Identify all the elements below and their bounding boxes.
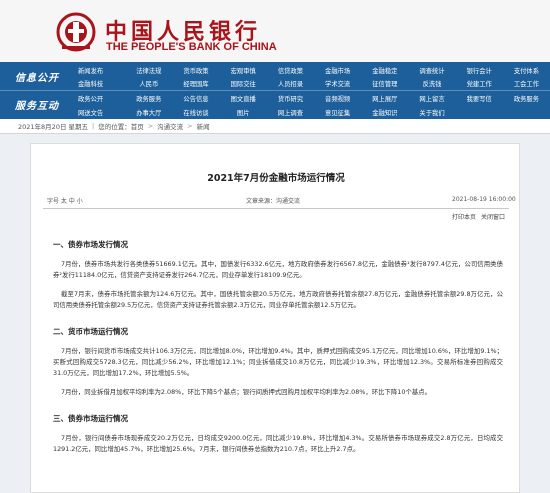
nav-item-macroprudential[interactable]: 宏观审慎 [220,63,267,77]
nav-section-service-interaction: 服务互动 [15,100,59,112]
nav-item-research[interactable]: 货币研究 [267,91,314,105]
nav-item-gov-affairs[interactable]: 政务公开 [78,91,125,105]
breadcrumb-separator: | [92,122,95,130]
section-heading-money-market: 二、货币市场运行情况 [53,327,128,336]
current-date: 2021年8月20日 星期五 [18,123,89,131]
nav-item-aml[interactable]: 反洗钱 [408,76,455,90]
section-heading-bond-issuance: 一、债券市场发行情况 [53,240,128,249]
nav-item-news[interactable]: 新闻发布 [78,63,125,77]
breadcrumb: 2021年8月20日 星期五 | 您的位置： 首页 > 沟通交流 > 新闻 [0,119,550,134]
print-button[interactable]: 打印本页 [452,212,476,221]
nav-item-recruitment[interactable]: 人员招录 [267,76,314,90]
nav-item-exhibition[interactable]: 网上展厅 [361,91,408,105]
nav-item-union[interactable]: 工会工作 [503,76,550,90]
nav-item-international[interactable]: 国际交往 [220,76,267,90]
nav-item-treasury[interactable]: 经理国库 [172,76,219,90]
nav-item-financial-market[interactable]: 金融市场 [314,63,361,77]
nav-item-statistics[interactable]: 调查统计 [408,63,455,77]
section-heading-bond-market: 三、债券市场运行情况 [53,414,128,423]
nav-item-financial-stability[interactable]: 金融稳定 [361,63,408,77]
nav-item-academic[interactable]: 学术交流 [314,76,361,90]
article-source: 文章来源：沟通交流 [246,198,301,205]
breadcrumb-page[interactable]: 新闻 [197,121,210,131]
article-paragraph: 7月份，银行间货币市场成交共计106.3万亿元，同比增加8.0%，环比增加9.4… [53,347,503,377]
nav-item-live[interactable]: 图文直播 [220,91,267,105]
nav-item-payment[interactable]: 支付体系 [503,63,550,77]
article-paragraph: 7月份，债券市场共发行各类债券51669.1亿元。其中，国债发行6332.6亿元… [53,260,503,279]
breadcrumb-separator: > [187,122,193,130]
article-meta: 字号 太 中 小 文章来源：沟通交流 2021-08-19 16:00:00 [31,196,519,208]
article-date: 2021-08-19 16:00:00 [452,196,516,203]
site-title-en[interactable]: THE PEOPLE'S BANK OF CHINA [106,41,277,53]
site-header: 中国人民银行 THE PEOPLE'S BANK OF CHINA [0,0,550,62]
nav-item-opinion[interactable]: 意见征集 [314,105,361,119]
nav-item-rmb[interactable]: 人民币 [125,76,172,90]
pboc-emblem-icon[interactable] [56,12,96,52]
nav-item-laws[interactable]: 法律法规 [125,63,172,77]
article-paragraph: 7月份，银行间债券市场现券成交20.2万亿元，日均成交9200.0亿元，同比减少… [53,434,503,453]
nav-item-write-letter[interactable]: 我要写信 [456,91,503,105]
nav-row-4: 网送文告 办事大厅 在线访谈 图片 网上调查 意见征集 金融知识 关于我们 [78,105,550,119]
nav-item-about[interactable]: 关于我们 [408,105,455,119]
nav-item-gov-service-2[interactable]: 政务服务 [503,91,550,105]
nav-item-announcements[interactable]: 公告信息 [172,91,219,105]
article-paragraph: 截至7月末，债券市场托管余额为124.6万亿元。其中，国债托管余额20.5万亿元… [53,290,503,309]
breadcrumb-section[interactable]: 沟通交流 [157,121,183,131]
font-size-control[interactable]: 字号 太 中 小 [47,196,83,205]
article-paragraph: 7月份，同业拆借月加权平均利率为2.08%，环比下降5个基点；银行间质押式回购月… [61,388,432,396]
nav-row-2: 金融科技 人民币 经理国库 国际交往 人员招录 学术交流 征信管理 反洗钱 党建… [78,76,550,90]
nav-item-survey[interactable]: 网上调查 [267,105,314,119]
nav-item-accounting[interactable]: 银行会计 [456,63,503,77]
nav-item-monetary-policy[interactable]: 货币政策 [172,63,219,77]
nav-row-1: 新闻发布 法律法规 货币政策 宏观审慎 信贷政策 金融市场 金融稳定 调查统计 … [78,63,550,77]
nav-row-3: 政务公开 政务服务 公告信息 图文直播 货币研究 音频视频 网上展厅 网上留言 … [78,91,550,105]
nav-item-media[interactable]: 音频视频 [314,91,361,105]
article-title: 2021年7月份金融市场运行情况 [207,173,345,184]
nav-item-credit-reference[interactable]: 征信管理 [361,76,408,90]
article-panel: 2021年7月份金融市场运行情况 字号 太 中 小 文章来源：沟通交流 2021… [30,143,520,493]
meta-divider [43,208,509,209]
nav-item-interview[interactable]: 在线访谈 [172,105,219,119]
breadcrumb-label: 您的位置： [98,123,131,131]
nav-item-credit-policy[interactable]: 信贷政策 [267,63,314,77]
main-nav: 信息公开 服务互动 新闻发布 法律法规 货币政策 宏观审慎 信贷政策 金融市场 … [0,62,550,119]
nav-item-message[interactable]: 网上留言 [408,91,455,105]
nav-item-notices[interactable]: 网送文告 [78,105,125,119]
nav-section-info-disclosure: 信息公开 [15,72,59,84]
close-window-button[interactable]: 关闭窗口 [481,212,505,221]
article-tools: 打印本页 关闭窗口 [452,212,508,221]
nav-item-service-hall[interactable]: 办事大厅 [125,105,172,119]
breadcrumb-separator: > [147,122,154,130]
article-body: 一、债券市场发行情况 7月份，债券市场共发行各类债券51669.1亿元。其中，国… [53,236,503,463]
breadcrumb-home[interactable]: 首页 [131,121,144,131]
nav-item-gov-service[interactable]: 政务服务 [125,91,172,105]
nav-item-pictures[interactable]: 图片 [220,105,267,119]
nav-item-knowledge[interactable]: 金融知识 [361,105,408,119]
nav-item-fintech[interactable]: 金融科技 [78,76,125,90]
nav-item-party[interactable]: 党建工作 [456,76,503,90]
